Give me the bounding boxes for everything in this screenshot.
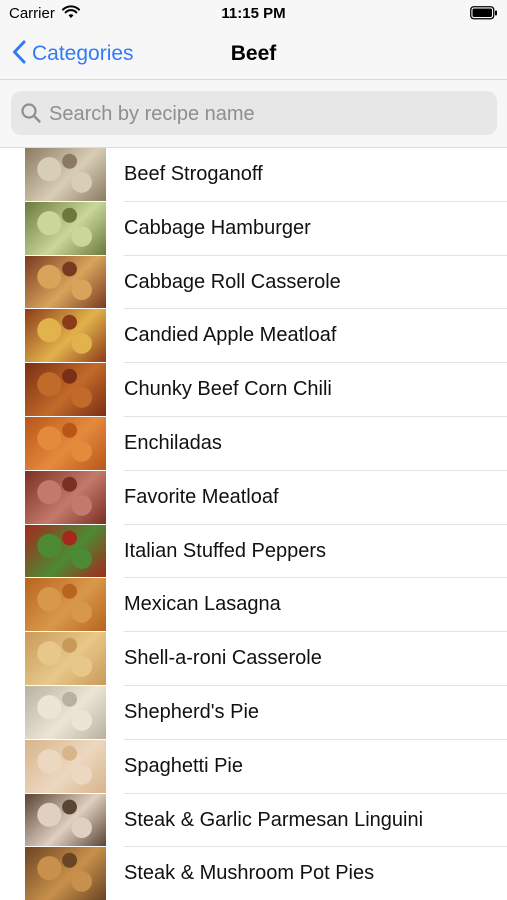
list-item[interactable]: Favorite Meatloaf [0, 470, 507, 525]
list-item[interactable]: Candied Apple Meatloaf [0, 309, 507, 364]
recipe-name: Steak & Garlic Parmesan Linguini [124, 794, 507, 848]
recipe-name: Mexican Lasagna [124, 578, 507, 633]
recipe-thumbnail [25, 793, 106, 848]
list-item[interactable]: Cabbage Hamburger [0, 201, 507, 256]
search-field[interactable] [11, 91, 497, 137]
recipe-name: Enchiladas [124, 417, 507, 471]
clock: 11:15 PM [221, 5, 286, 22]
recipe-list: Beef Stroganoff Cabbage Hamburger Cabbage … [0, 148, 507, 900]
list-item[interactable]: Chunky Beef Corn Chili [0, 363, 507, 417]
recipe-name: Cabbage Roll Casserole [124, 256, 507, 310]
recipe-name: Favorite Meatloaf [124, 471, 507, 525]
recipe-name: Italian Stuffed Peppers [124, 525, 507, 579]
list-item[interactable]: Steak & Garlic Parmesan Linguini [0, 793, 507, 848]
list-item[interactable]: Shell-a-roni Casserole [0, 632, 507, 686]
recipe-name: Candied Apple Meatloaf [124, 309, 507, 364]
list-item[interactable]: Shepherd's Pie [0, 685, 507, 740]
list-item[interactable]: Cabbage Roll Casserole [0, 255, 507, 310]
recipe-name: Shell-a-roni Casserole [124, 632, 507, 686]
recipe-name: Spaghetti Pie [124, 740, 507, 794]
list-item[interactable]: Mexican Lasagna [0, 578, 507, 633]
list-item[interactable]: Spaghetti Pie [0, 739, 507, 794]
recipe-thumbnail [25, 739, 106, 794]
navigation-bar: Categories Beef [0, 30, 507, 80]
recipe-thumbnail [25, 847, 106, 900]
recipe-name: Beef Stroganoff [124, 148, 507, 202]
list-item[interactable]: Beef Stroganoff [0, 148, 507, 202]
recipe-name: Chunky Beef Corn Chili [124, 363, 507, 417]
search-bar [0, 80, 507, 148]
search-input[interactable] [47, 91, 491, 137]
recipe-thumbnail [25, 470, 106, 525]
recipe-thumbnail [25, 416, 106, 471]
recipe-thumbnail [25, 363, 106, 417]
recipe-name: Cabbage Hamburger [124, 202, 507, 256]
recipe-thumbnail [25, 148, 106, 202]
recipe-thumbnail [25, 578, 106, 633]
recipe-thumbnail [25, 309, 106, 364]
status-bar: Carrier 11:15 PM [0, 0, 507, 30]
list-item[interactable]: Steak & Mushroom Pot Pies [0, 847, 507, 900]
list-item[interactable]: Italian Stuffed Peppers [0, 524, 507, 579]
search-icon [20, 102, 42, 129]
recipe-thumbnail [25, 524, 106, 579]
recipe-thumbnail [25, 255, 106, 310]
battery-icon [470, 6, 498, 25]
recipe-thumbnail [25, 201, 106, 256]
recipe-thumbnail [25, 685, 106, 740]
recipe-name: Steak & Mushroom Pot Pies [124, 862, 375, 885]
list-item[interactable]: Enchiladas [0, 416, 507, 471]
recipe-thumbnail [25, 632, 106, 686]
recipe-name: Shepherd's Pie [124, 686, 507, 740]
page-title: Beef [230, 42, 277, 65]
